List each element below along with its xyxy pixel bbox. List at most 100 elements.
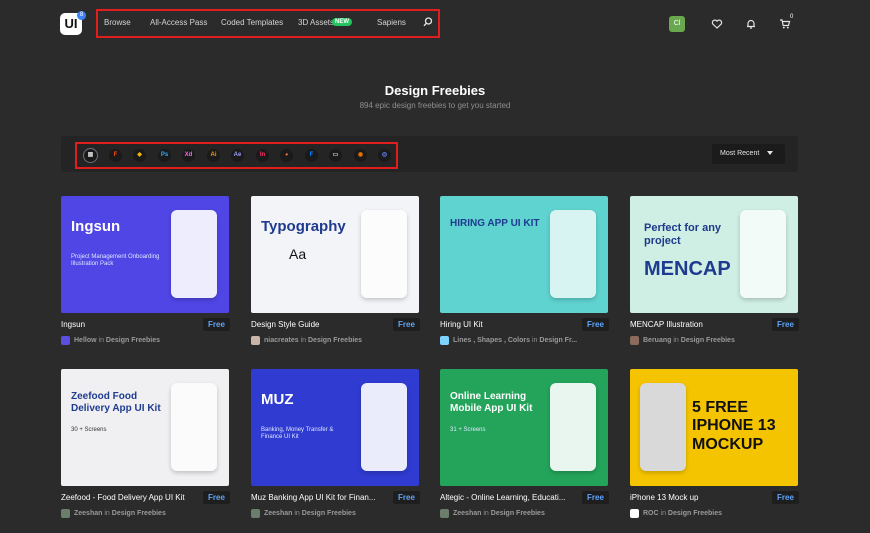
category-link[interactable]: Design Freebies: [668, 510, 722, 517]
author-avatar[interactable]: [630, 336, 639, 345]
author-avatar[interactable]: [61, 336, 70, 345]
logo-badge: 8: [77, 11, 86, 20]
logo-text: UI: [64, 16, 78, 31]
thumbnail-heading: Online Learning Mobile App UI Kit: [450, 391, 533, 414]
photoshop-icon[interactable]: Ps: [158, 149, 171, 162]
author-avatar[interactable]: [251, 336, 260, 345]
thumbnail-heading: Zeefood Food Delivery App UI Kit: [71, 391, 161, 414]
author-avatar[interactable]: [61, 509, 70, 518]
price-badge: Free: [582, 318, 609, 331]
author-name[interactable]: niacreates: [264, 337, 299, 344]
nav-sapiens[interactable]: Sapiens: [377, 18, 406, 27]
nav-coded-templates[interactable]: Coded Templates: [221, 18, 283, 27]
xd-icon[interactable]: Xd: [182, 149, 195, 162]
author-name[interactable]: Lines , Shapes , Colors: [453, 337, 530, 344]
heart-icon[interactable]: [711, 18, 723, 30]
category-link[interactable]: Design Freebies: [106, 337, 160, 344]
card-title[interactable]: Ingsun: [61, 320, 191, 329]
category-link[interactable]: Design Freebies: [308, 337, 362, 344]
card-thumbnail[interactable]: Zeefood Food Delivery App UI Kit 30 + Scr…: [61, 369, 229, 486]
sketch-icon[interactable]: ◆: [133, 149, 146, 162]
category-link[interactable]: Design Freebies: [302, 510, 356, 517]
mockup-preview: [550, 210, 596, 298]
card-meta: Zeeshan in Design Freebies: [264, 510, 356, 517]
card-title[interactable]: iPhone 13 Mock up: [630, 493, 760, 502]
author-name[interactable]: Zeeshan: [74, 510, 102, 517]
price-badge: Free: [772, 318, 799, 331]
author-name[interactable]: ROC: [643, 510, 659, 517]
pie-icon[interactable]: ◕: [280, 149, 293, 162]
card-title[interactable]: Hiring UI Kit: [440, 320, 570, 329]
category-link[interactable]: Design Fr...: [539, 337, 577, 344]
thumbnail-heading: MENCAP: [644, 258, 731, 280]
in-word: in: [531, 337, 538, 344]
price-badge: Free: [772, 491, 799, 504]
thumbnail-subheading: Banking, Money Transfer & Finance UI Kit: [261, 427, 334, 441]
search-icon[interactable]: [422, 16, 434, 28]
thumbnail-subheading: 31 + Screens: [450, 427, 486, 433]
author-name[interactable]: Zeeshan: [453, 510, 481, 517]
mockup-preview: [171, 210, 217, 298]
nav-3d-assets[interactable]: 3D Assets: [298, 18, 334, 27]
author-name[interactable]: Zeeshan: [264, 510, 292, 517]
card-title[interactable]: Design Style Guide: [251, 320, 381, 329]
price-badge: Free: [393, 491, 420, 504]
in-word: in: [660, 510, 666, 517]
blender-icon[interactable]: ◉: [354, 149, 367, 162]
thumbnail-heading: Ingsun: [71, 218, 121, 235]
card-thumbnail[interactable]: Ingsun Project Management Onboarding Illu…: [61, 196, 229, 313]
nav-browse[interactable]: Browse: [104, 18, 131, 27]
grid-icon[interactable]: ▦: [84, 149, 97, 162]
card-thumbnail[interactable]: HIRING APP UI KIT: [440, 196, 608, 313]
new-badge: NEW: [332, 18, 352, 26]
illustrator-icon[interactable]: Ai: [207, 149, 220, 162]
page-title: Design Freebies: [384, 83, 486, 98]
card-thumbnail[interactable]: MUZ Banking, Money Transfer & Finance UI …: [251, 369, 419, 486]
card-thumbnail[interactable]: MENCAP Perfect for any project: [630, 196, 798, 313]
thumbnail-subheading: Perfect for any project: [644, 222, 722, 248]
sort-label: Most Recent: [720, 150, 760, 157]
figma-icon[interactable]: F: [109, 149, 122, 162]
in-word: in: [483, 510, 489, 517]
circle-logo-icon[interactable]: ◎: [378, 149, 391, 162]
user-avatar[interactable]: Cl: [669, 16, 685, 32]
page-subtitle: 894 epic design freebies to get you star…: [359, 101, 511, 110]
category-link[interactable]: Design Freebies: [112, 510, 166, 517]
mockup-preview: [740, 210, 786, 298]
in-word: in: [98, 337, 104, 344]
framer-icon[interactable]: F: [305, 149, 318, 162]
author-avatar[interactable]: [440, 336, 449, 345]
price-badge: Free: [203, 491, 230, 504]
author-name[interactable]: Beruang: [643, 337, 671, 344]
category-link[interactable]: Design Freebies: [681, 337, 735, 344]
nav-all-access-pass[interactable]: All-Access Pass: [150, 18, 207, 27]
mockup-preview: [640, 383, 686, 471]
in-word: in: [673, 337, 679, 344]
card-title[interactable]: MENCAP Illustration: [630, 320, 760, 329]
thumbnail-subheading: Project Management Onboarding Illustrati…: [71, 254, 160, 268]
sort-dropdown[interactable]: Most Recent: [712, 144, 785, 164]
monitor-icon[interactable]: ▭: [329, 149, 342, 162]
thumbnail-heading: Typography: [261, 218, 346, 235]
thumbnail-heading: MUZ: [261, 391, 294, 408]
author-avatar[interactable]: [440, 509, 449, 518]
author-avatar[interactable]: [251, 509, 260, 518]
thumbnail-heading: HIRING APP UI KIT: [450, 218, 540, 229]
card-title[interactable]: Muz Banking App UI Kit for Finan...: [251, 493, 381, 502]
in-word: in: [104, 510, 110, 517]
card-thumbnail[interactable]: 5 FREE IPHONE 13 MOCKUP: [630, 369, 798, 486]
price-badge: Free: [393, 318, 420, 331]
author-name[interactable]: Hellow: [74, 337, 97, 344]
card-thumbnail[interactable]: Online Learning Mobile App UI Kit 31 + Sc…: [440, 369, 608, 486]
mockup-preview: [550, 383, 596, 471]
card-meta: Zeeshan in Design Freebies: [453, 510, 545, 517]
invision-icon[interactable]: In: [256, 149, 269, 162]
category-link[interactable]: Design Freebies: [491, 510, 545, 517]
card-title[interactable]: Altegic - Online Learning, Educati...: [440, 493, 570, 502]
after-effects-icon[interactable]: Ae: [231, 149, 244, 162]
card-title[interactable]: Zeefood - Food Delivery App UI Kit: [61, 493, 191, 502]
author-avatar[interactable]: [630, 509, 639, 518]
bell-icon[interactable]: [745, 18, 757, 30]
card-thumbnail[interactable]: Typography Aa: [251, 196, 419, 313]
card-meta: ROC in Design Freebies: [643, 510, 722, 517]
